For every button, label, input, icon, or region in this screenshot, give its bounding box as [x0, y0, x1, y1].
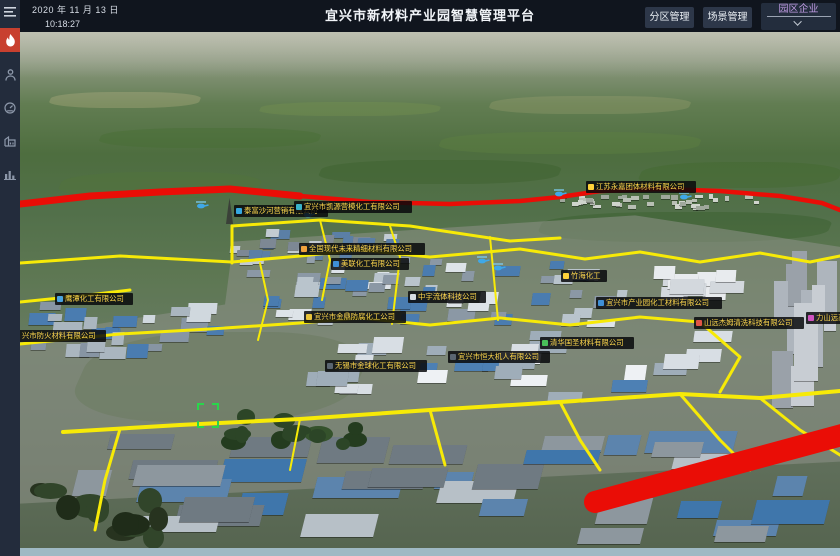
company-label[interactable]: 江苏永嘉团体材料有限公司 [586, 181, 696, 193]
company-marker-icon [301, 246, 307, 252]
company-marker-icon [410, 294, 416, 300]
helicopter-icon [553, 185, 567, 203]
app-window: { "app": { "date": "2020 年 11 月 13 日", "… [0, 0, 840, 556]
company-label-text: 鹰潭化工有限公司 [65, 293, 124, 304]
company-label[interactable]: 美联化工有限公司 [331, 258, 409, 270]
topbar-actions: 分区管理 场景管理 园区企业 [645, 3, 836, 30]
chevron-down-icon [793, 17, 801, 25]
dropdown-label: 园区企业 [779, 3, 819, 16]
company-marker-icon [598, 300, 604, 306]
highlighted-road [232, 220, 560, 241]
selection-reticle [197, 403, 219, 428]
highlighted-road [320, 220, 330, 300]
company-label-text: 力山远高精清洗科技有限公司 [816, 312, 840, 323]
company-label-text: 美联化工有限公司 [341, 258, 400, 269]
helicopter-icon [195, 197, 209, 215]
highlighted-road [560, 402, 600, 470]
company-label-text: 宜兴市恒大机人有限公司 [458, 351, 539, 362]
red-convoy-route [20, 189, 300, 204]
company-label-text: 竹海化工 [571, 270, 600, 281]
company-marker-icon [327, 363, 333, 369]
company-label[interactable]: 宜兴市凯源营模化工有限公司 [294, 201, 412, 213]
company-marker-icon [236, 208, 242, 214]
highlighted-road [640, 252, 840, 262]
scene-management-button[interactable]: 场景管理 [703, 7, 752, 28]
company-marker-icon [563, 273, 569, 279]
zone-management-button[interactable]: 分区管理 [645, 7, 694, 28]
highlighted-road [258, 263, 268, 340]
left-toolbar [0, 0, 20, 556]
company-marker-icon [588, 184, 594, 190]
highlighted-road [430, 410, 445, 465]
menu-icon[interactable] [0, 2, 20, 22]
company-marker-icon [57, 296, 63, 302]
bar-chart-icon[interactable] [0, 163, 20, 185]
red-convoy-route [595, 435, 840, 502]
highlighted-road [360, 317, 700, 325]
company-marker-icon [296, 204, 302, 210]
highlighted-road [290, 419, 300, 470]
company-marker-icon [306, 314, 312, 320]
company-label-text: 无锡市金球化工有限公司 [335, 360, 416, 371]
highlighted-road [95, 429, 120, 530]
company-marker-icon [808, 315, 814, 321]
company-label[interactable]: 中宇流体科技公司 [408, 291, 486, 303]
highlighted-road [490, 237, 498, 320]
company-label-text: 清华国圣材料有限公司 [550, 337, 624, 348]
company-label[interactable]: 竹海化工 [561, 270, 607, 282]
company-label-text: 中宇流体科技公司 [418, 291, 477, 302]
company-label[interactable]: 宜兴市产业园化工材料有限公司 [596, 297, 722, 309]
company-label[interactable]: 宜兴市金鼎防腐化工公司 [304, 311, 406, 323]
company-label-text: 宜兴市产业园化工材料有限公司 [606, 297, 709, 308]
company-label[interactable]: 清华国圣材料有限公司 [540, 337, 634, 349]
company-label[interactable]: 力山远高精清洗科技有限公司 [806, 312, 840, 324]
company-label[interactable]: 无锡市金球化工有限公司 [325, 360, 427, 372]
company-marker-icon [696, 320, 702, 326]
highlighted-road [20, 256, 300, 263]
gauge-icon[interactable] [0, 97, 20, 119]
company-label-text: 江苏永嘉团体材料有限公司 [596, 181, 684, 192]
person-icon[interactable] [0, 64, 20, 86]
highlighted-road [700, 322, 740, 392]
helicopter-icon [492, 259, 506, 277]
company-label[interactable]: 鹰潭化工有限公司 [55, 293, 133, 305]
park-enterprise-dropdown[interactable]: 园区企业 [761, 3, 836, 30]
dropdown-divider [767, 16, 831, 17]
highlighted-road [63, 391, 840, 432]
company-label-text: 兴市防火材料有限公司 [22, 330, 96, 341]
company-label-text: 全国现代未来精细材料有限公司 [309, 243, 412, 254]
flame-icon[interactable] [0, 28, 20, 52]
company-label[interactable]: 兴市防火材料有限公司 [20, 330, 106, 342]
company-marker-icon [450, 354, 456, 360]
factory-icon[interactable] [0, 130, 20, 152]
top-bar: 2020 年 11 月 13 日 10:18:27 宜兴市新材料产业园智慧管理平… [20, 0, 840, 32]
company-label-text: 山远杰姆清洗科技有限公司 [704, 317, 792, 328]
company-marker-icon [542, 340, 548, 346]
helicopter-icon [476, 252, 490, 270]
company-label-text: 宜兴市金鼎防腐化工公司 [314, 311, 395, 322]
company-label[interactable]: 全国现代未来精细材料有限公司 [299, 243, 425, 255]
company-label-text: 宜兴市凯源营模化工有限公司 [304, 201, 400, 212]
map-3d-viewport[interactable]: 泰富沙河营销有限公司宜兴市凯源营模化工有限公司全国现代未来精细材料有限公司美联化… [20, 32, 840, 556]
company-marker-icon [333, 261, 339, 267]
company-label[interactable]: 山远杰姆清洗科技有限公司 [694, 317, 804, 329]
company-label[interactable]: 宜兴市恒大机人有限公司 [448, 351, 550, 363]
highlighted-road [390, 226, 400, 324]
